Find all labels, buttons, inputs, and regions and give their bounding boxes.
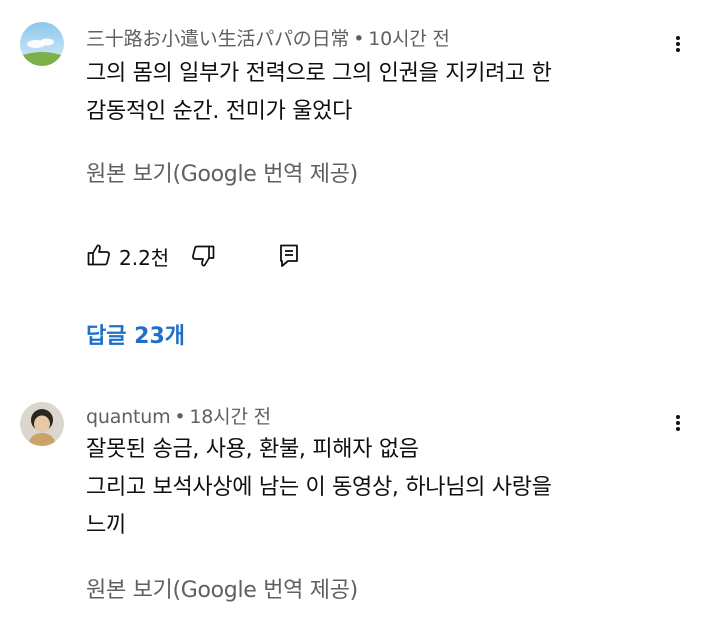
more-vert-icon[interactable] (670, 32, 686, 56)
comment-time[interactable]: 18시간 전 (189, 406, 271, 428)
comment-line: 그리고 보석사상에 남는 이 동영상, 하나님의 사랑을 (86, 475, 552, 500)
thumbs-up-icon[interactable] (86, 242, 112, 268)
author-name[interactable]: quantum (86, 406, 171, 428)
reply-icon[interactable] (276, 242, 302, 268)
comment-text: 그의 몸의 일부가 전력으로 그의 인권을 지키려고 한 감동적인 순간. 전미… (86, 55, 666, 131)
see-original-link[interactable]: 원본 보기(Google 번역 제공) (86, 156, 358, 188)
comment-actions: 2.2천 (86, 242, 386, 272)
sky-landscape-avatar-icon (20, 22, 64, 66)
comment-line: 느끼 (86, 513, 126, 538)
thumbs-down-icon[interactable] (190, 243, 216, 269)
person-avatar-icon (20, 402, 64, 446)
replies-toggle[interactable]: 답글 23개 (86, 318, 185, 350)
comment-time[interactable]: 10시간 전 (368, 28, 450, 50)
comment-meta: quantum • 18시간 전 (86, 402, 271, 429)
comment-line: 그의 몸의 일부가 전력으로 그의 인권을 지키려고 한 (86, 61, 552, 86)
like-count: 2.2천 (119, 246, 170, 270)
meta-separator: • (353, 28, 365, 50)
meta-separator: • (174, 406, 186, 428)
comment-text: 잘못된 송금, 사용, 환불, 피해자 없음 그리고 보석사상에 남는 이 동영… (86, 431, 666, 545)
author-avatar[interactable] (20, 22, 64, 66)
author-avatar[interactable] (20, 402, 64, 446)
see-original-link[interactable]: 원본 보기(Google 번역 제공) (86, 572, 358, 604)
comment-meta: 三十路お小遣い生活パパの日常 • 10시간 전 (86, 24, 450, 51)
author-name[interactable]: 三十路お小遣い生活パパの日常 (86, 28, 349, 50)
comment-line: 잘못된 송금, 사용, 환불, 피해자 없음 (86, 437, 419, 462)
comment-line: 감동적인 순간. 전미가 울었다 (86, 99, 353, 124)
more-vert-icon[interactable] (670, 411, 686, 435)
